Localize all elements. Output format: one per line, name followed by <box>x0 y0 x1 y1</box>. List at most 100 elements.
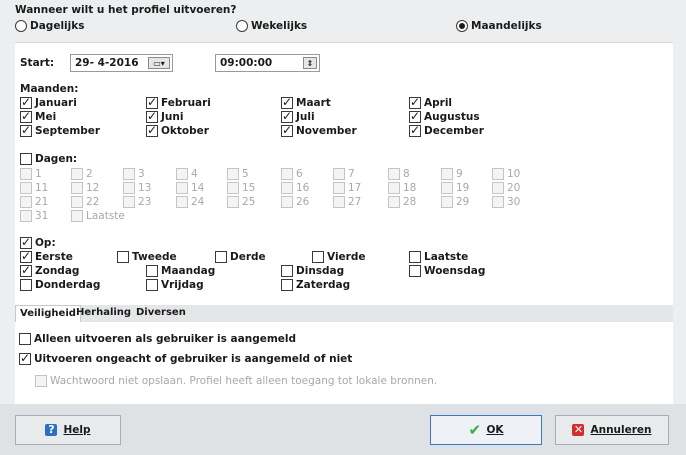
ordinal-vierde[interactable]: Vierde <box>312 251 365 263</box>
month-november-box[interactable] <box>281 123 293 137</box>
security-run-regardless-box[interactable] <box>19 351 31 365</box>
security-run-regardless[interactable]: Uitvoeren ongeacht of gebruiker is aange… <box>19 351 352 365</box>
ordinal-derde-box[interactable] <box>215 251 227 263</box>
ordinal-tweede-box[interactable] <box>117 251 129 263</box>
ordinal-vierde-box[interactable] <box>312 251 324 263</box>
start-time-field[interactable]: 09:00:00 ⇕ <box>215 54 320 72</box>
month-juli[interactable]: Juli <box>281 109 315 123</box>
month-augustus[interactable]: Augustus <box>409 109 480 123</box>
day-7-label: 7 <box>348 168 355 180</box>
schedule-panel: Start: 29- 4-2016 ▭▾ 09:00:00 ⇕ Maanden:… <box>15 42 673 404</box>
month-juni-box[interactable] <box>146 109 158 123</box>
days-checkbox-box[interactable] <box>20 153 32 165</box>
month-maart[interactable]: Maart <box>281 95 331 109</box>
security-no-password: Wachtwoord niet opslaan. Profiel heeft a… <box>35 375 437 387</box>
month-maart-box[interactable] <box>281 95 293 109</box>
month-februari-box[interactable] <box>146 95 158 109</box>
help-button[interactable]: ? Help <box>15 415 121 445</box>
tab-diversen[interactable]: Diversen <box>132 305 190 322</box>
day-13-label: 13 <box>138 182 152 194</box>
cancel-label: Annuleren <box>590 424 652 436</box>
weekday-maandag[interactable]: Maandag <box>146 265 215 277</box>
month-juli-box[interactable] <box>281 109 293 123</box>
radio-daily-circle[interactable] <box>15 20 27 32</box>
ordinal-eerste-box[interactable] <box>20 249 32 263</box>
days-checkbox[interactable]: Dagen: <box>20 153 77 165</box>
month-juni-label: Juni <box>161 111 184 123</box>
day-31: 31 <box>20 210 48 222</box>
month-mei[interactable]: Mei <box>20 109 56 123</box>
weekday-vrijdag-box[interactable] <box>146 279 158 291</box>
day-30: 30 <box>492 196 520 208</box>
ordinal-derde[interactable]: Derde <box>215 251 266 263</box>
ordinal-laatste[interactable]: Laatste <box>409 251 468 263</box>
security-only-logged-in-box[interactable] <box>19 333 31 345</box>
day-12-box <box>71 182 83 194</box>
ok-button[interactable]: ✔ OK <box>430 415 542 445</box>
month-mei-box[interactable] <box>20 109 32 123</box>
month-oktober[interactable]: Oktober <box>146 123 209 137</box>
radio-daily[interactable]: Dagelijks <box>15 20 84 32</box>
month-december-box[interactable] <box>409 123 421 137</box>
radio-monthly-circle[interactable] <box>456 20 468 32</box>
weekday-woensdag-box[interactable] <box>409 265 421 277</box>
ordinal-laatste-box[interactable] <box>409 251 421 263</box>
month-januari-box[interactable] <box>20 95 32 109</box>
ordinal-eerste[interactable]: Eerste <box>20 249 73 263</box>
start-label: Start: <box>20 57 55 69</box>
day-laatste-box <box>71 210 83 222</box>
weekday-maandag-box[interactable] <box>146 265 158 277</box>
day-6: 6 <box>281 168 303 180</box>
time-spinner-icon[interactable]: ⇕ <box>303 57 317 69</box>
day-19-label: 19 <box>456 182 470 194</box>
day-6-box <box>281 168 293 180</box>
month-april[interactable]: April <box>409 95 452 109</box>
weekday-donderdag-box[interactable] <box>20 279 32 291</box>
weekday-woensdag[interactable]: Woensdag <box>409 265 485 277</box>
weekday-zondag-box[interactable] <box>20 263 32 277</box>
month-april-box[interactable] <box>409 95 421 109</box>
cancel-button[interactable]: ✕ Annuleren <box>555 415 669 445</box>
radio-weekly-circle[interactable] <box>236 20 248 32</box>
month-september[interactable]: September <box>20 123 100 137</box>
tab-herhaling[interactable]: Herhaling <box>72 305 135 322</box>
month-september-box[interactable] <box>20 123 32 137</box>
day-27-box <box>333 196 345 208</box>
weekday-dinsdag-box[interactable] <box>281 265 293 277</box>
security-only-logged-in[interactable]: Alleen uitvoeren als gebruiker is aangem… <box>19 333 296 345</box>
day-15: 15 <box>227 182 255 194</box>
month-oktober-box[interactable] <box>146 123 158 137</box>
day-20-label: 20 <box>507 182 521 194</box>
start-date-field[interactable]: 29- 4-2016 ▭▾ <box>70 54 173 72</box>
day-2-label: 2 <box>86 168 93 180</box>
help-icon: ? <box>45 424 58 436</box>
month-juni[interactable]: Juni <box>146 109 184 123</box>
month-december[interactable]: December <box>409 123 484 137</box>
radio-weekly[interactable]: Wekelijks <box>236 20 307 32</box>
on-checkbox[interactable]: Op: <box>20 235 56 249</box>
checkmark-icon: ✔ <box>468 421 482 439</box>
month-februari[interactable]: Februari <box>146 95 211 109</box>
weekday-zaterdag-box[interactable] <box>281 279 293 291</box>
radio-monthly-label: Maandelijks <box>471 20 542 32</box>
day-23-box <box>123 196 135 208</box>
radio-monthly[interactable]: Maandelijks <box>456 20 542 32</box>
calendar-dropdown-icon[interactable]: ▭▾ <box>148 57 170 69</box>
weekday-dinsdag[interactable]: Dinsdag <box>281 265 344 277</box>
on-checkbox-box[interactable] <box>20 235 32 249</box>
day-5: 5 <box>227 168 249 180</box>
cancel-x-icon: ✕ <box>572 423 585 436</box>
weekday-zaterdag[interactable]: Zaterdag <box>281 279 350 291</box>
ordinal-tweede[interactable]: Tweede <box>117 251 177 263</box>
day-26: 26 <box>281 196 309 208</box>
day-23: 23 <box>123 196 151 208</box>
weekday-donderdag[interactable]: Donderdag <box>20 279 100 291</box>
day-29-box <box>441 196 453 208</box>
weekday-vrijdag[interactable]: Vrijdag <box>146 279 204 291</box>
day-30-label: 30 <box>507 196 521 208</box>
month-november[interactable]: November <box>281 123 357 137</box>
month-augustus-box[interactable] <box>409 109 421 123</box>
weekday-zondag[interactable]: Zondag <box>20 263 79 277</box>
month-januari[interactable]: Januari <box>20 95 77 109</box>
day-11: 11 <box>20 182 48 194</box>
